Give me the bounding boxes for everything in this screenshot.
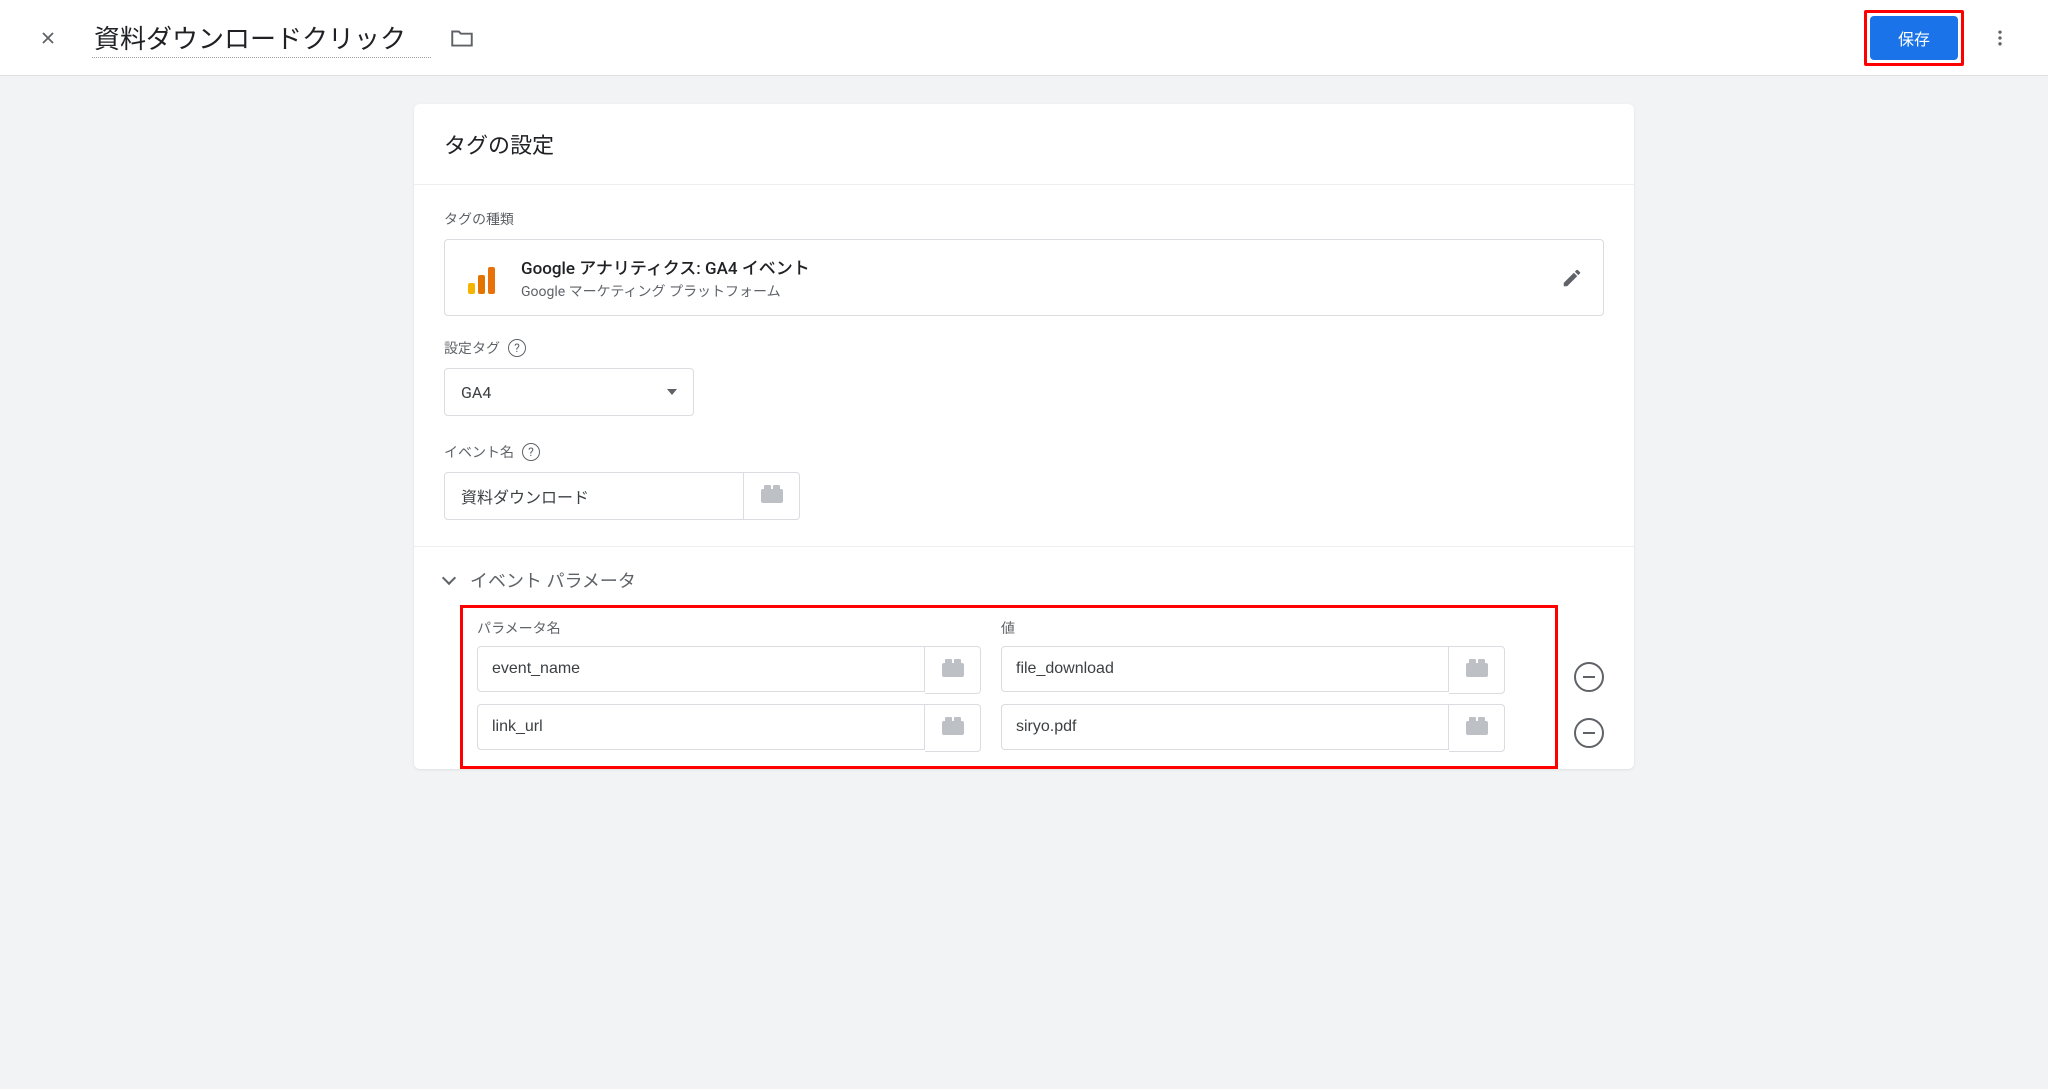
remove-row-button[interactable] — [1574, 718, 1604, 748]
tag-type-platform: Google マーケティング プラットフォーム — [521, 281, 1537, 301]
header-bar: 保存 — [0, 0, 2048, 76]
tag-name-input[interactable] — [92, 18, 431, 58]
insert-variable-button[interactable] — [744, 472, 800, 520]
param-value-input[interactable] — [1001, 646, 1449, 692]
event-params-label: イベント パラメータ — [470, 567, 636, 593]
param-name-input[interactable] — [477, 646, 925, 692]
more-menu-button[interactable] — [1976, 14, 2024, 62]
tag-type-selector[interactable]: Google アナリティクス: GA4 イベント Google マーケティング … — [444, 239, 1604, 316]
help-icon[interactable]: ? — [508, 339, 526, 357]
param-value-input[interactable] — [1001, 704, 1449, 750]
remove-row-button[interactable] — [1574, 662, 1604, 692]
insert-variable-button[interactable] — [1449, 646, 1505, 694]
card-title: タグの設定 — [414, 104, 1634, 184]
tag-type-name: Google アナリティクス: GA4 イベント — [521, 254, 1537, 279]
event-params-toggle[interactable]: イベント パラメータ — [414, 547, 1634, 605]
param-name-header: パラメータ名 — [477, 618, 981, 638]
variable-icon — [1466, 663, 1488, 677]
param-name-input[interactable] — [477, 704, 925, 750]
minus-icon — [1583, 732, 1595, 734]
variable-icon — [1466, 721, 1488, 735]
event-name-input[interactable] — [444, 472, 744, 520]
param-row — [477, 646, 1541, 694]
param-value-header: 値 — [1001, 618, 1541, 638]
insert-variable-button[interactable] — [925, 704, 981, 752]
config-tag-select[interactable]: GA4 — [444, 368, 694, 416]
save-highlight-box: 保存 — [1864, 10, 1964, 66]
variable-icon — [761, 489, 783, 503]
save-button[interactable]: 保存 — [1870, 16, 1958, 60]
insert-variable-button[interactable] — [1449, 704, 1505, 752]
params-highlight-box: パラメータ名 値 — [460, 605, 1558, 769]
param-row — [477, 704, 1541, 752]
event-name-label: イベント名 — [444, 442, 514, 462]
chevron-down-icon — [667, 389, 677, 395]
variable-icon — [942, 721, 964, 735]
insert-variable-button[interactable] — [925, 646, 981, 694]
variable-icon — [942, 663, 964, 677]
tag-config-card: タグの設定 タグの種類 Google アナリティクス: GA4 イベント Goo… — [414, 104, 1634, 769]
close-icon — [38, 28, 58, 48]
config-tag-label: 設定タグ — [444, 338, 500, 358]
help-icon[interactable]: ? — [522, 443, 540, 461]
chevron-down-icon — [442, 571, 456, 585]
close-button[interactable] — [24, 14, 72, 62]
tag-type-label: タグの種類 — [444, 209, 1604, 229]
config-tag-value: GA4 — [461, 383, 491, 402]
edit-icon[interactable] — [1561, 267, 1583, 289]
minus-icon — [1583, 676, 1595, 678]
analytics-icon — [465, 262, 497, 294]
folder-icon[interactable] — [449, 25, 475, 51]
more-vert-icon — [1990, 28, 2010, 48]
